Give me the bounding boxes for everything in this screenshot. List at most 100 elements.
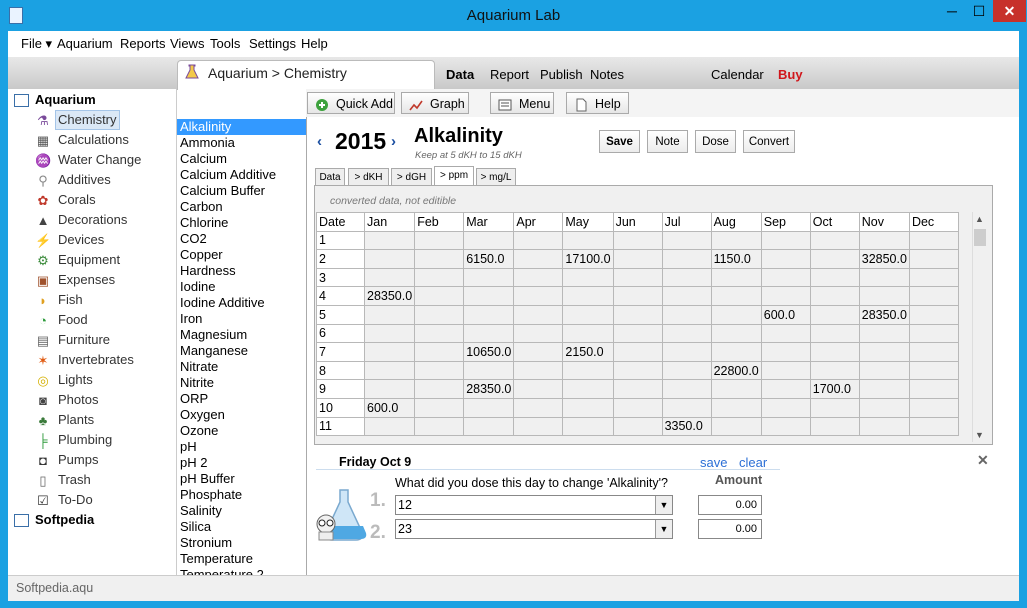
table-cell[interactable] <box>710 323 762 344</box>
table-cell[interactable] <box>562 379 614 399</box>
table-cell[interactable]: 3350.0 <box>661 416 712 437</box>
column-header[interactable]: Jan <box>363 212 416 232</box>
table-cell[interactable] <box>562 397 614 418</box>
menu-tools[interactable]: Tools <box>210 36 240 51</box>
table-cell[interactable] <box>612 416 663 437</box>
tab-calendar[interactable]: Calendar <box>711 67 764 82</box>
table-cell[interactable] <box>463 267 515 288</box>
sidebar-item-corals[interactable]: Corals <box>58 192 96 207</box>
table-cell[interactable] <box>414 230 465 251</box>
convert-button[interactable]: Convert <box>743 130 795 153</box>
unit-tab-ppm[interactable]: > ppm <box>434 166 474 186</box>
row-day-cell[interactable]: 4 <box>316 286 365 306</box>
tab-notes[interactable]: Notes <box>590 67 624 82</box>
sidebar-item-furniture[interactable]: Furniture <box>58 332 110 347</box>
column-header[interactable]: Jun <box>612 212 663 232</box>
table-cell[interactable] <box>661 342 712 362</box>
column-header[interactable]: Jul <box>661 212 712 232</box>
table-cell[interactable] <box>858 416 910 437</box>
dose-clear-link[interactable]: clear <box>739 455 767 470</box>
table-cell[interactable]: 1150.0 <box>710 249 762 269</box>
table-cell[interactable] <box>710 397 762 418</box>
table-cell[interactable] <box>562 267 614 288</box>
sidebar-item-equipment[interactable]: Equipment <box>58 252 120 267</box>
unit-tab-data[interactable]: Data <box>315 168 345 186</box>
column-header[interactable]: Aug <box>710 212 762 232</box>
scroll-down-icon[interactable]: ▼ <box>975 430 984 440</box>
scroll-up-icon[interactable]: ▲ <box>975 214 984 224</box>
table-cell[interactable] <box>809 323 860 344</box>
table-cell[interactable] <box>908 267 959 288</box>
parameter-item[interactable]: ORP <box>177 391 306 407</box>
maximize-button[interactable]: ☐ <box>966 0 992 22</box>
unit-tab-dkh[interactable]: > dKH <box>348 168 389 186</box>
parameter-item[interactable]: CO2 <box>177 231 306 247</box>
row-day-cell[interactable]: 11 <box>316 416 365 437</box>
table-cell[interactable] <box>809 416 860 437</box>
tab-data[interactable]: Data <box>446 67 474 82</box>
tab-report[interactable]: Report <box>490 67 529 82</box>
table-cell[interactable] <box>908 304 959 325</box>
table-cell[interactable] <box>760 286 811 306</box>
sidebar-item-to-do[interactable]: To-Do <box>58 492 93 507</box>
table-cell[interactable] <box>414 360 465 381</box>
table-cell[interactable] <box>809 286 860 306</box>
table-cell[interactable] <box>858 323 910 344</box>
column-header[interactable]: Date <box>316 212 365 232</box>
table-cell[interactable] <box>513 267 564 288</box>
table-cell[interactable] <box>908 342 959 362</box>
table-cell[interactable] <box>760 267 811 288</box>
table-cell[interactable] <box>363 249 416 269</box>
parameter-item[interactable]: Temperature <box>177 551 306 567</box>
table-cell[interactable] <box>809 267 860 288</box>
note-button[interactable]: Note <box>647 130 688 153</box>
table-cell[interactable] <box>363 304 416 325</box>
table-cell[interactable]: 1700.0 <box>809 379 860 399</box>
table-cell[interactable] <box>562 230 614 251</box>
table-cell[interactable]: 28350.0 <box>363 286 416 306</box>
sidebar-item-pumps[interactable]: Pumps <box>58 452 98 467</box>
table-cell[interactable] <box>463 360 515 381</box>
table-cell[interactable] <box>562 304 614 325</box>
parameter-item[interactable]: Nitrite <box>177 375 306 391</box>
table-cell[interactable] <box>661 304 712 325</box>
parameter-item[interactable]: Manganese <box>177 343 306 359</box>
row-day-cell[interactable]: 7 <box>316 342 365 362</box>
row-day-cell[interactable]: 3 <box>316 267 365 288</box>
table-cell[interactable] <box>661 286 712 306</box>
dose-product-select-2[interactable]: 23 ▼ <box>395 519 673 539</box>
menu-views[interactable]: Views <box>170 36 204 51</box>
table-cell[interactable]: 22800.0 <box>710 360 762 381</box>
parameter-item[interactable]: Ozone <box>177 423 306 439</box>
table-cell[interactable] <box>908 397 959 418</box>
tab-publish[interactable]: Publish <box>540 67 583 82</box>
sidebar-item-invertebrates[interactable]: Invertebrates <box>58 352 134 367</box>
parameter-item[interactable]: Phosphate <box>177 487 306 503</box>
table-cell[interactable] <box>612 230 663 251</box>
table-cell[interactable] <box>363 416 416 437</box>
table-cell[interactable] <box>858 397 910 418</box>
table-cell[interactable] <box>414 286 465 306</box>
table-cell[interactable]: 32850.0 <box>858 249 910 269</box>
sidebar-item-calculations[interactable]: Calculations <box>58 132 129 147</box>
dose-amount-input-2[interactable]: 0.00 <box>698 519 762 539</box>
parameter-item[interactable]: Alkalinity <box>177 119 306 135</box>
sidebar-group-softpedia[interactable]: Softpedia <box>14 512 94 528</box>
table-cell[interactable] <box>513 286 564 306</box>
table-cell[interactable] <box>908 416 959 437</box>
menu-aquarium[interactable]: Aquarium <box>57 36 113 51</box>
table-cell[interactable]: 6150.0 <box>463 249 515 269</box>
table-cell[interactable] <box>414 416 465 437</box>
table-cell[interactable] <box>908 249 959 269</box>
column-header[interactable]: Oct <box>809 212 860 232</box>
parameter-item[interactable]: Carbon <box>177 199 306 215</box>
sidebar-item-trash[interactable]: Trash <box>58 472 91 487</box>
sidebar-item-expenses[interactable]: Expenses <box>58 272 115 287</box>
table-cell[interactable] <box>562 360 614 381</box>
table-cell[interactable] <box>809 342 860 362</box>
row-day-cell[interactable]: 9 <box>316 379 365 399</box>
table-cell[interactable] <box>363 267 416 288</box>
sidebar-item-additives[interactable]: Additives <box>58 172 111 187</box>
save-button[interactable]: Save <box>599 130 640 153</box>
parameter-item[interactable]: Iodine Additive <box>177 295 306 311</box>
